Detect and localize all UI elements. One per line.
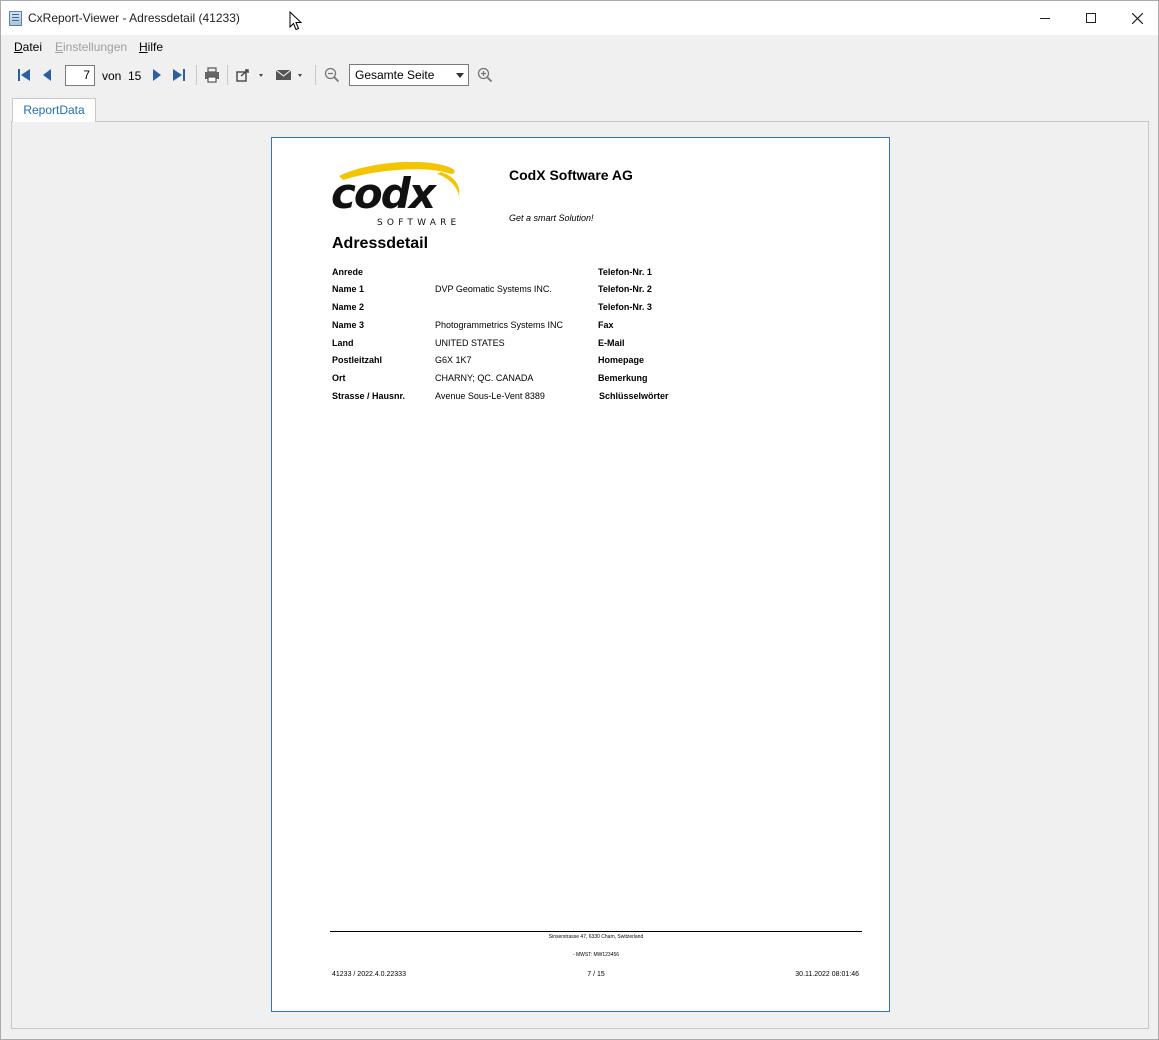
zoom-select-value: Gesamte Seite: [355, 68, 435, 82]
minimize-icon: [1040, 17, 1050, 19]
print-button[interactable]: [203, 66, 221, 84]
field-value-postleitzahl: G6X 1K7: [435, 355, 472, 365]
first-page-button[interactable]: [16, 66, 32, 84]
field-value-land: UNITED STATES: [435, 338, 505, 348]
export-icon: [236, 69, 263, 82]
field-label-postleitzahl: Postleitzahl: [332, 355, 383, 365]
field-value-ort: CHARNY; QC. CANADA: [435, 373, 534, 383]
field-label-ort: Ort: [332, 373, 346, 383]
window-title: CxReport-Viewer - Adressdetail (41233): [28, 11, 240, 25]
field-value-strasse: Avenue Sous-Le-Vent 8389: [435, 391, 545, 401]
last-page-icon: [173, 69, 185, 81]
menu-einstellungen[interactable]: Einstellungen: [55, 40, 127, 54]
print-icon: [205, 67, 219, 83]
company-slogan: Get a smart Solution!: [509, 213, 594, 223]
field-label-telefon3: Telefon-Nr. 3: [598, 302, 652, 312]
footer-divider: [330, 931, 862, 932]
app-window: CxReport-Viewer - Adressdetail (41233) D…: [0, 0, 1159, 1040]
zoom-out-button[interactable]: [323, 66, 341, 84]
field-label-name1: Name 1: [332, 284, 365, 294]
email-icon: [275, 69, 302, 80]
total-pages-label: 15: [128, 69, 142, 83]
close-icon: [1131, 12, 1143, 24]
footer-timestamp: 30.11.2022 08:01:46: [795, 971, 859, 978]
next-page-button[interactable]: [149, 66, 165, 84]
toolbar-separator: [196, 65, 197, 85]
field-label-homepage: Homepage: [598, 355, 645, 365]
field-label-strasse: Strasse / Hausnr.: [332, 391, 406, 401]
next-page-icon: [153, 69, 161, 81]
zoom-in-button[interactable]: [476, 66, 494, 84]
zoom-out-icon: [324, 67, 340, 83]
zoom-select[interactable]: Gesamte Seite: [349, 64, 469, 86]
footer-mwst: - MWST: MW123456: [572, 952, 620, 958]
field-value-name3: Photogrammetrics Systems INC: [435, 320, 564, 330]
field-label-bemerkung: Bemerkung: [598, 373, 648, 383]
close-button[interactable]: [1114, 1, 1159, 35]
menu-bar: Datei Einstellungen Hilfe: [1, 35, 1158, 59]
field-label-land: Land: [332, 338, 354, 348]
tab-reportdata[interactable]: ReportData: [12, 98, 96, 122]
field-label-name2: Name 2: [332, 302, 365, 312]
von-label: von: [102, 69, 122, 83]
title-bar[interactable]: CxReport-Viewer - Adressdetail (41233): [1, 1, 1158, 35]
last-page-button[interactable]: [171, 66, 187, 84]
logo-subtitle: SOFTWARE: [377, 218, 460, 228]
field-label-schluesselwoerter: Schlüsselwörter: [599, 391, 669, 401]
field-value-name1: DVP Geomatic Systems INC.: [435, 284, 552, 294]
toolbar-separator: [315, 65, 316, 85]
field-label-name3: Name 3: [332, 320, 365, 330]
logo-wordmark: codx: [331, 169, 438, 218]
toolbar-separator: [227, 65, 228, 85]
report-title: Adressdetail: [332, 235, 429, 252]
first-page-icon: [18, 69, 30, 81]
field-label-fax: Fax: [598, 320, 614, 330]
zoom-in-icon: [477, 67, 493, 83]
field-label-telefon1: Telefon-Nr. 1: [598, 267, 652, 277]
page-number-input[interactable]: 7: [65, 65, 95, 86]
field-label-telefon2: Telefon-Nr. 2: [598, 284, 652, 294]
maximize-icon: [1086, 13, 1096, 23]
report-page: codx SOFTWARE CodX Software AG Get a sma…: [271, 137, 890, 1012]
codx-logo: codx SOFTWARE: [331, 162, 460, 228]
mouse-cursor-icon: [289, 11, 303, 31]
email-button[interactable]: [275, 66, 307, 84]
maximize-button[interactable]: [1068, 1, 1114, 35]
export-button[interactable]: [236, 66, 266, 84]
chevron-down-icon: [456, 73, 464, 78]
footer-address: Sinserstrasse 47, 6330 Cham, Switzerland: [548, 934, 644, 940]
app-icon: [9, 11, 22, 26]
previous-page-icon: [43, 69, 51, 81]
previous-page-button[interactable]: [39, 66, 55, 84]
minimize-button[interactable]: [1022, 1, 1068, 35]
menu-datei[interactable]: Datei: [14, 40, 42, 54]
company-name: CodX Software AG: [509, 167, 633, 183]
field-label-anrede: Anrede: [332, 267, 364, 277]
field-label-email: E-Mail: [598, 338, 625, 348]
menu-hilfe[interactable]: Hilfe: [139, 40, 163, 54]
toolbar: 7 von 15 Gesamte Seite: [1, 59, 1158, 91]
